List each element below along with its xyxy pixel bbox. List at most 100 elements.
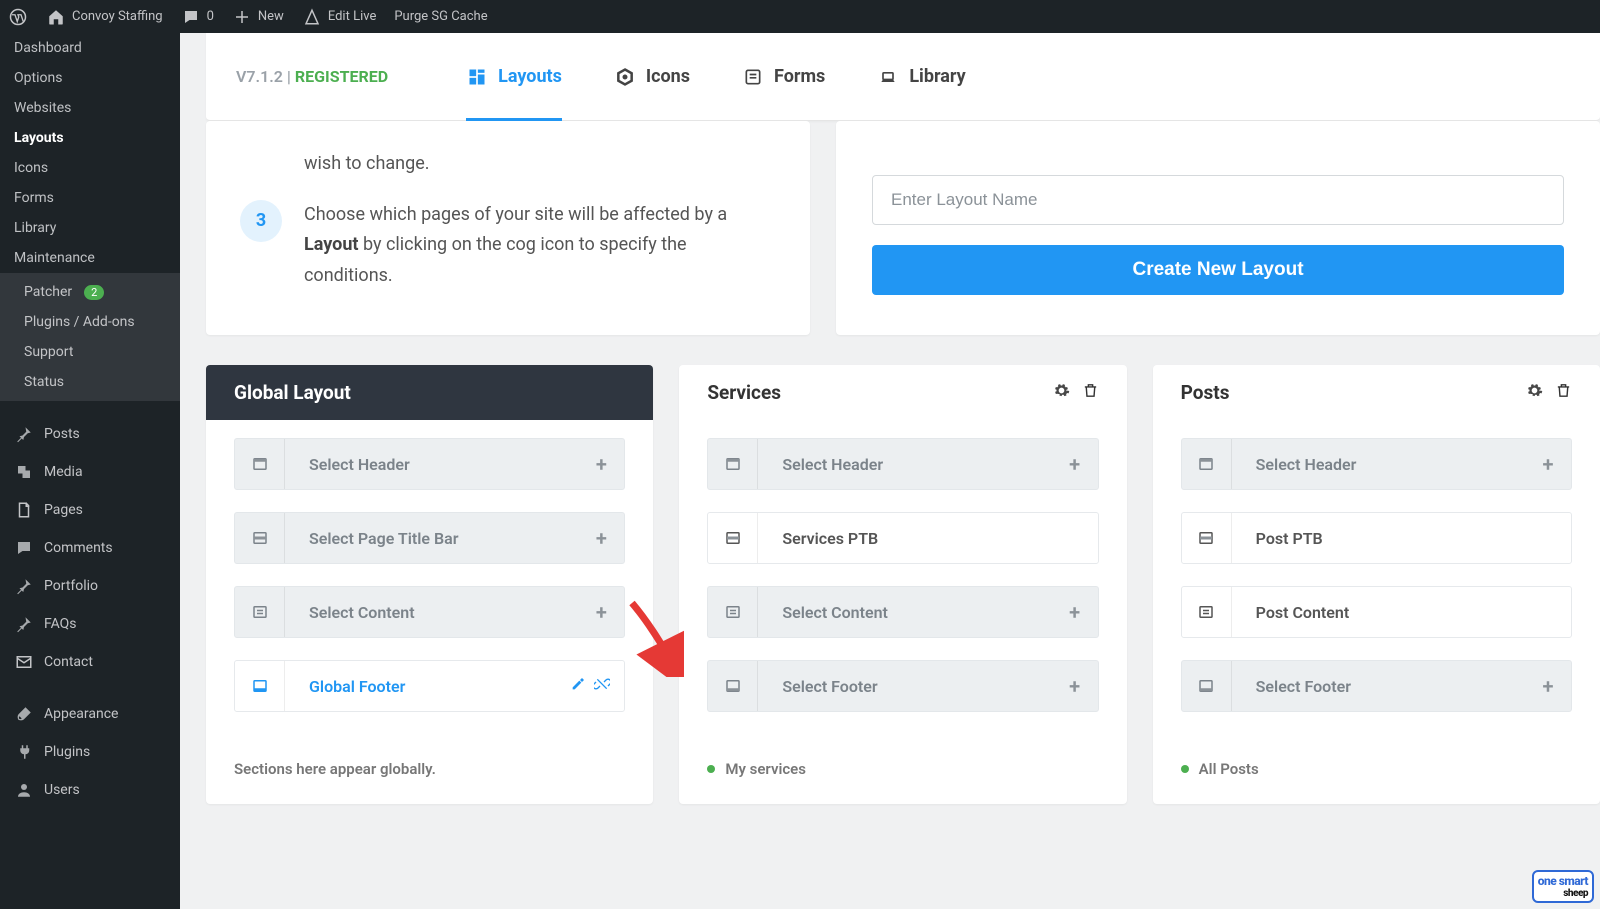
slot-titlebar[interactable]: Post PTB	[1181, 512, 1572, 564]
wordpress-icon	[8, 7, 28, 27]
home-icon	[46, 7, 66, 27]
add-icon[interactable]: +	[1052, 600, 1098, 624]
site-name-link[interactable]: Convoy Staffing	[46, 7, 163, 27]
slot-label: Select Header	[285, 455, 578, 474]
add-icon[interactable]: +	[1052, 452, 1098, 476]
sidebar-item-forms[interactable]: Forms	[0, 183, 180, 213]
card-footer: My services	[679, 744, 1126, 804]
watermark: one smartsheep	[1532, 870, 1594, 903]
comment-icon	[14, 538, 34, 558]
slot-label: Select Footer	[758, 677, 1051, 696]
pages-icon	[14, 500, 34, 520]
sidebar-item-faqs[interactable]: FAQs	[0, 605, 180, 643]
sidebar-item-layouts[interactable]: Layouts	[0, 123, 180, 153]
slot-label: Select Page Title Bar	[285, 529, 578, 548]
sidebar-item-media[interactable]: Media	[0, 453, 180, 491]
site-name: Convoy Staffing	[72, 9, 163, 24]
slot-footer[interactable]: Global Footer	[234, 660, 625, 712]
layout-card-services: Services Select Header+ Services PTB Select…	[679, 365, 1126, 804]
unlink-icon[interactable]	[594, 676, 610, 696]
slot-label: Global Footer	[285, 677, 570, 696]
tab-library[interactable]: Library	[877, 33, 965, 121]
card-title: Posts	[1181, 381, 1230, 404]
sidebar-item-options[interactable]: Options	[0, 63, 180, 93]
intro-panel: wish to change. 3 Choose which pages of …	[206, 121, 810, 335]
trash-icon[interactable]	[1555, 381, 1572, 404]
tab-icons[interactable]: Icons	[614, 33, 690, 121]
sidebar-subitem-plugins-add-ons[interactable]: Plugins / Add-ons	[0, 307, 180, 337]
layout-name-input[interactable]	[872, 175, 1564, 225]
slot-header[interactable]: Select Header+	[234, 438, 625, 490]
wp-logo[interactable]	[8, 7, 28, 27]
slot-titlebar[interactable]: Select Page Title Bar+	[234, 512, 625, 564]
slot-label: Select Header	[1232, 455, 1525, 474]
sidebar-item-maintenance[interactable]: Maintenance	[0, 243, 180, 273]
add-icon[interactable]: +	[1052, 674, 1098, 698]
pin-icon	[14, 614, 34, 634]
new-content-link[interactable]: New	[232, 7, 284, 27]
slot-label: Select Content	[285, 603, 578, 622]
add-icon[interactable]: +	[578, 526, 624, 550]
brush-icon	[14, 704, 34, 724]
slot-footer[interactable]: Select Footer+	[1181, 660, 1572, 712]
card-title: Services	[707, 381, 781, 404]
tab-forms[interactable]: Forms	[742, 33, 825, 121]
comments-link[interactable]: 0	[181, 7, 214, 27]
submenu-group: Patcher2Plugins / Add-onsSupportStatus	[0, 273, 180, 401]
sidebar-subitem-support[interactable]: Support	[0, 337, 180, 367]
sidebar-item-icons[interactable]: Icons	[0, 153, 180, 183]
dashboard-icon	[466, 66, 488, 88]
sidebar-item-comments[interactable]: Comments	[0, 529, 180, 567]
sidebar-item-pages[interactable]: Pages	[0, 491, 180, 529]
content-icon	[708, 587, 758, 637]
tab-layouts[interactable]: Layouts	[466, 33, 562, 121]
card-title: Global Layout	[234, 381, 351, 404]
add-icon[interactable]: +	[578, 600, 624, 624]
add-icon[interactable]: +	[1525, 674, 1571, 698]
main-content: V7.1.2 | REGISTERED Layouts Icons Forms Lib…	[180, 33, 1600, 909]
slot-label: Services PTB	[758, 529, 1097, 548]
slot-header[interactable]: Select Header+	[1181, 438, 1572, 490]
slot-header[interactable]: Select Header+	[707, 438, 1098, 490]
sidebar-subitem-patcher[interactable]: Patcher2	[0, 277, 180, 307]
footer-icon	[235, 661, 285, 711]
titlebar-icon	[1182, 513, 1232, 563]
sidebar-item-websites[interactable]: Websites	[0, 93, 180, 123]
comment-icon	[181, 7, 201, 27]
slot-content[interactable]: Post Content	[1181, 586, 1572, 638]
slot-titlebar[interactable]: Services PTB	[707, 512, 1098, 564]
slot-content[interactable]: Select Content+	[234, 586, 625, 638]
header-icon	[708, 439, 758, 489]
purge-cache-link[interactable]: Purge SG Cache	[394, 9, 487, 24]
sidebar-item-contact[interactable]: Contact	[0, 643, 180, 681]
sidebar-item-portfolio[interactable]: Portfolio	[0, 567, 180, 605]
step-number: 3	[240, 200, 282, 242]
add-icon[interactable]: +	[578, 452, 624, 476]
sidebar-item-appearance[interactable]: Appearance	[0, 695, 180, 733]
sidebar-item-users[interactable]: Users	[0, 771, 180, 809]
badge: 2	[84, 285, 104, 300]
gear-icon[interactable]	[1526, 381, 1543, 404]
admin-sidebar: DashboardOptionsWebsitesLayoutsIconsForm…	[0, 33, 180, 909]
footer-icon	[1182, 661, 1232, 711]
layout-card-global-layout: Global LayoutSelect Header+Select Page T…	[206, 365, 653, 804]
slot-content[interactable]: Select Content+	[707, 586, 1098, 638]
slot-footer[interactable]: Select Footer+	[707, 660, 1098, 712]
card-header: Posts	[1153, 365, 1600, 420]
content-icon	[1182, 587, 1232, 637]
pencil-icon[interactable]	[570, 676, 586, 696]
footer-icon	[708, 661, 758, 711]
sidebar-subitem-status[interactable]: Status	[0, 367, 180, 397]
plus-icon	[232, 7, 252, 27]
card-header: Services	[679, 365, 1126, 420]
create-layout-button[interactable]: Create New Layout	[872, 245, 1564, 295]
edit-live-link[interactable]: Edit Live	[302, 7, 377, 27]
version-label: V7.1.2 | REGISTERED	[236, 67, 388, 86]
gear-icon[interactable]	[1053, 381, 1070, 404]
add-icon[interactable]: +	[1525, 452, 1571, 476]
trash-icon[interactable]	[1082, 381, 1099, 404]
sidebar-item-posts[interactable]: Posts	[0, 415, 180, 453]
sidebar-item-plugins[interactable]: Plugins	[0, 733, 180, 771]
sidebar-item-dashboard[interactable]: Dashboard	[0, 33, 180, 63]
sidebar-item-library[interactable]: Library	[0, 213, 180, 243]
